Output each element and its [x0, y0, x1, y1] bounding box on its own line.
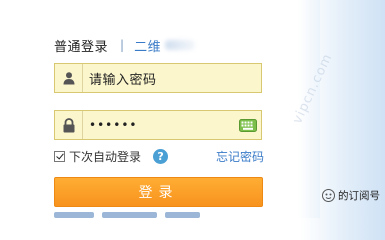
tab-separator: |	[120, 38, 125, 52]
login-tabs: 普通登录 | 二维	[54, 35, 196, 55]
bottom-link-fragment	[54, 212, 94, 218]
forgot-password-link[interactable]: 忘记密码	[216, 148, 264, 165]
keyboard-icon[interactable]	[235, 111, 261, 139]
brand-label: 的订阅号	[338, 190, 380, 202]
brand-badge: 的订阅号	[321, 188, 380, 203]
username-field[interactable]: 请输入密码	[54, 63, 262, 93]
wechat-icon	[321, 189, 335, 203]
tab-qr-login-blurred	[165, 40, 196, 50]
password-field[interactable]: ••••••	[54, 110, 262, 140]
tab-qr-login[interactable]: 二维	[134, 36, 161, 55]
question-icon[interactable]: ?	[153, 148, 169, 164]
login-button[interactable]: 登录	[54, 177, 263, 207]
lock-icon	[55, 111, 83, 139]
username-input-text[interactable]: 请输入密码	[83, 69, 261, 88]
user-icon	[55, 64, 83, 92]
bottom-link-fragment	[102, 212, 157, 218]
password-input-value[interactable]: ••••••	[83, 118, 235, 132]
bottom-link-fragment	[165, 212, 200, 218]
auto-login-checkbox[interactable]	[54, 150, 65, 162]
bottom-links-cutoff	[54, 212, 200, 226]
tab-normal-login[interactable]: 普通登录	[54, 36, 108, 55]
remember-row: 下次自动登录 ? 忘记密码	[54, 146, 264, 166]
auto-login-label[interactable]: 下次自动登录	[69, 148, 141, 165]
